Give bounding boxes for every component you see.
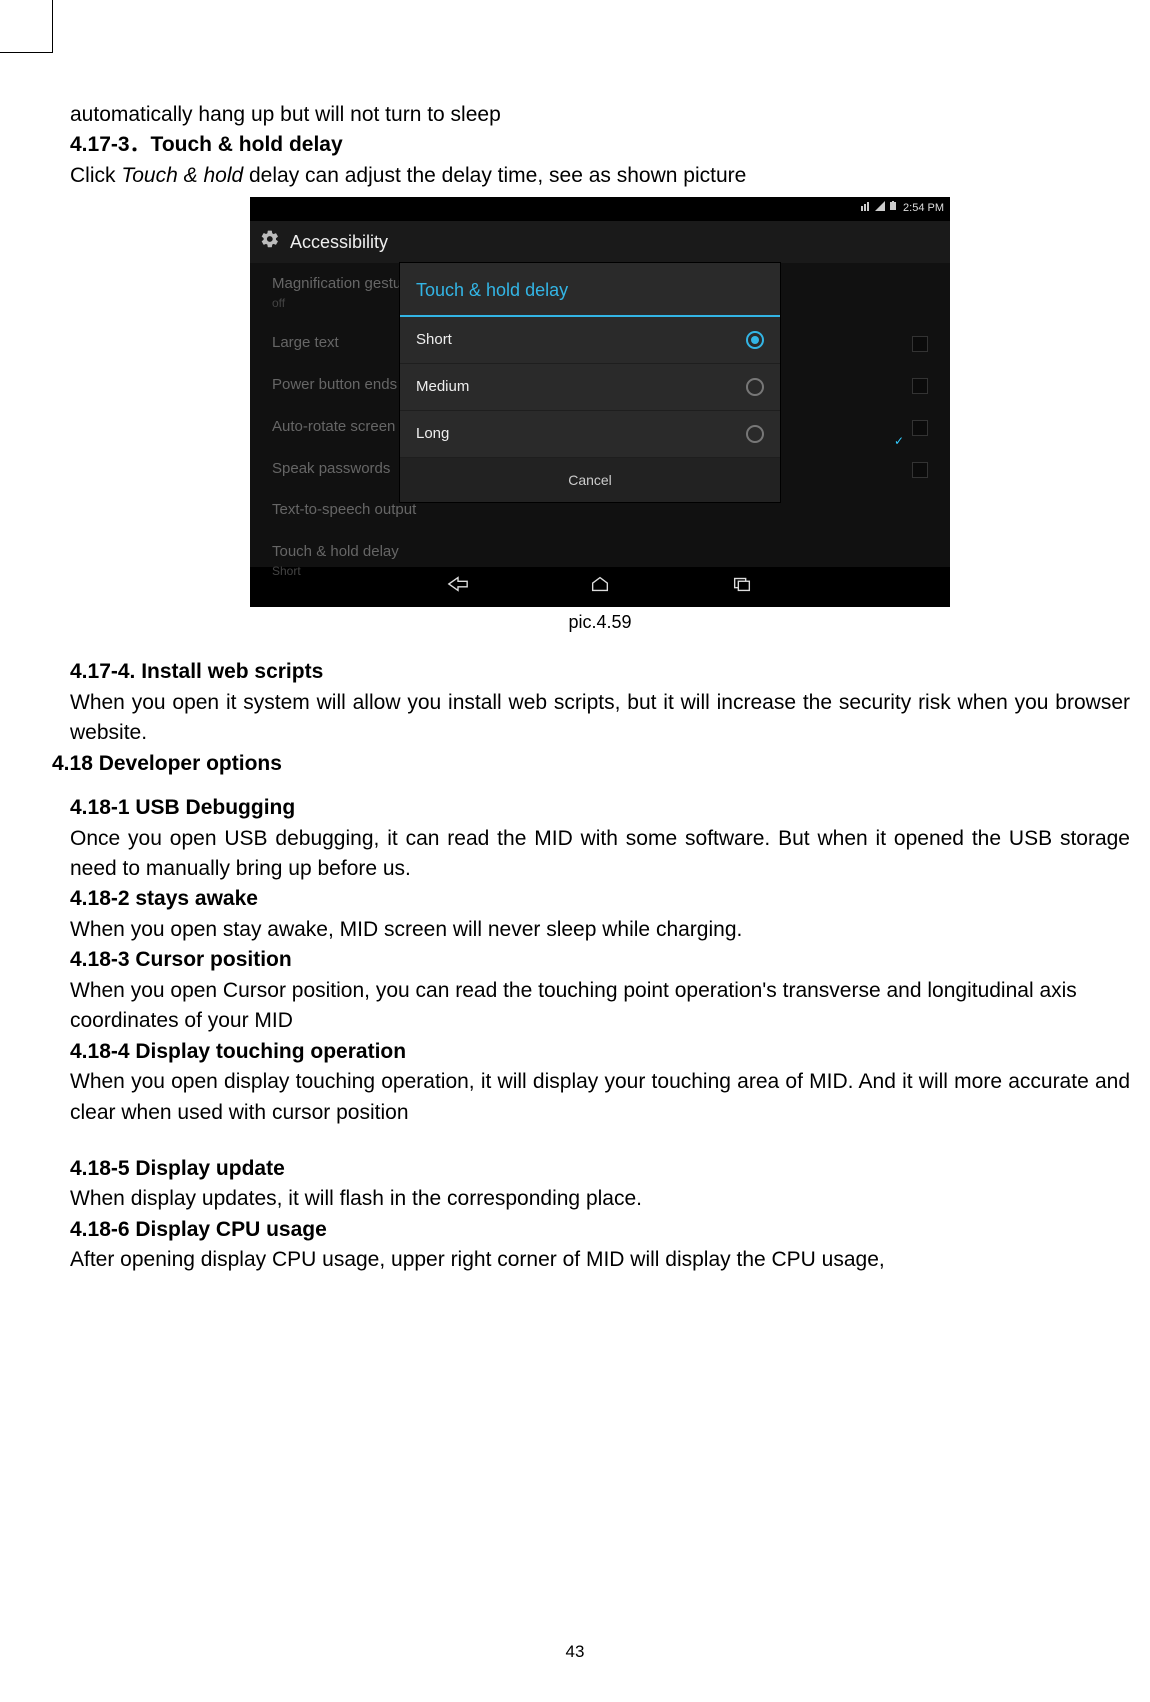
heading-4-17-3: 4.17-3．Touch & hold delay [70,130,1130,160]
line-post: delay can adjust the delay time, see as … [243,164,746,187]
checkbox-checked[interactable] [912,420,928,436]
row-label: Large text [272,334,339,351]
android-screenshot: 2:54 PM Accessibility Magnification gest… [250,197,950,607]
settings-icon [260,229,280,256]
status-time: 2:54 PM [903,201,944,217]
status-icon [861,201,871,217]
screenshot-container: 2:54 PM Accessibility Magnification gest… [250,197,950,635]
corner-box [0,0,53,53]
figure-caption: pic.4.59 [250,609,950,635]
row-label: Text-to-speech output [272,501,416,518]
heading-4-18: 4.18 Developer options [52,749,1130,779]
row-label: Power button ends [272,376,397,393]
heading-4-18-5: 4.18-5 Display update [70,1154,1130,1184]
intro-line: automatically hang up but will not turn … [70,100,1130,130]
checkbox[interactable] [912,462,928,478]
settings-header: Accessibility [250,221,950,263]
radio[interactable] [746,425,764,443]
heading-4-18-6: 4.18-6 Display CPU usage [70,1215,1130,1245]
row-sublabel: Short [272,563,928,580]
line-pre: Click [70,164,121,187]
row-touch-hold-delay[interactable]: Touch & hold delay Short [250,531,950,590]
dialog-title: Touch & hold delay [400,263,780,317]
settings-body: Magnification gestures off Large text Po… [250,263,950,567]
settings-title: Accessibility [290,229,388,255]
body-4-18-4: When you open display touching operation… [70,1067,1130,1128]
row-label: Touch & hold delay [272,541,928,563]
row-label: Speak passwords [272,460,390,477]
radio-selected[interactable] [746,331,764,349]
heading-4-18-4: 4.18-4 Display touching operation [70,1037,1130,1067]
body-4-18-3: When you open Cursor position, you can r… [70,976,1130,1037]
row-label: Auto-rotate screen [272,418,395,435]
battery-icon [889,201,899,217]
status-icon [875,201,885,217]
option-label: Short [416,329,452,351]
option-label: Long [416,423,449,445]
heading-4-18-2: 4.18-2 stays awake [70,884,1130,914]
checkbox[interactable] [912,378,928,394]
body-4-18-5: When display updates, it will flash in t… [70,1184,1130,1214]
line-italic: Touch & hold [121,164,243,187]
option-label: Medium [416,376,469,398]
page-number: 43 [0,1642,1150,1662]
page: automatically hang up but will not turn … [0,0,1150,1702]
body-4-18-6: After opening display CPU usage, upper r… [70,1245,1130,1275]
content: automatically hang up but will not turn … [70,100,1130,1276]
body-4-18-1: Once you open USB debugging, it can read… [70,824,1130,885]
body-4-18-2: When you open stay awake, MID screen wil… [70,915,1130,945]
heading-4-18-3: 4.18-3 Cursor position [70,945,1130,975]
dialog-touch-hold-delay: Touch & hold delay Short Medium Long [400,263,780,502]
dialog-option-medium[interactable]: Medium [400,364,780,411]
dialog-option-short[interactable]: Short [400,317,780,364]
status-bar: 2:54 PM [250,197,950,221]
heading-4-18-1: 4.18-1 USB Debugging [70,793,1130,823]
line-4-17-3: Click Touch & hold delay can adjust the … [70,161,1130,191]
checkbox[interactable] [912,336,928,352]
dialog-option-long[interactable]: Long [400,411,780,458]
body-4-17-4: When you open it system will allow you i… [70,688,1130,749]
radio[interactable] [746,378,764,396]
heading-4-17-4: 4.17-4. Install web scripts [70,657,1130,687]
dialog-cancel-button[interactable]: Cancel [400,458,780,502]
